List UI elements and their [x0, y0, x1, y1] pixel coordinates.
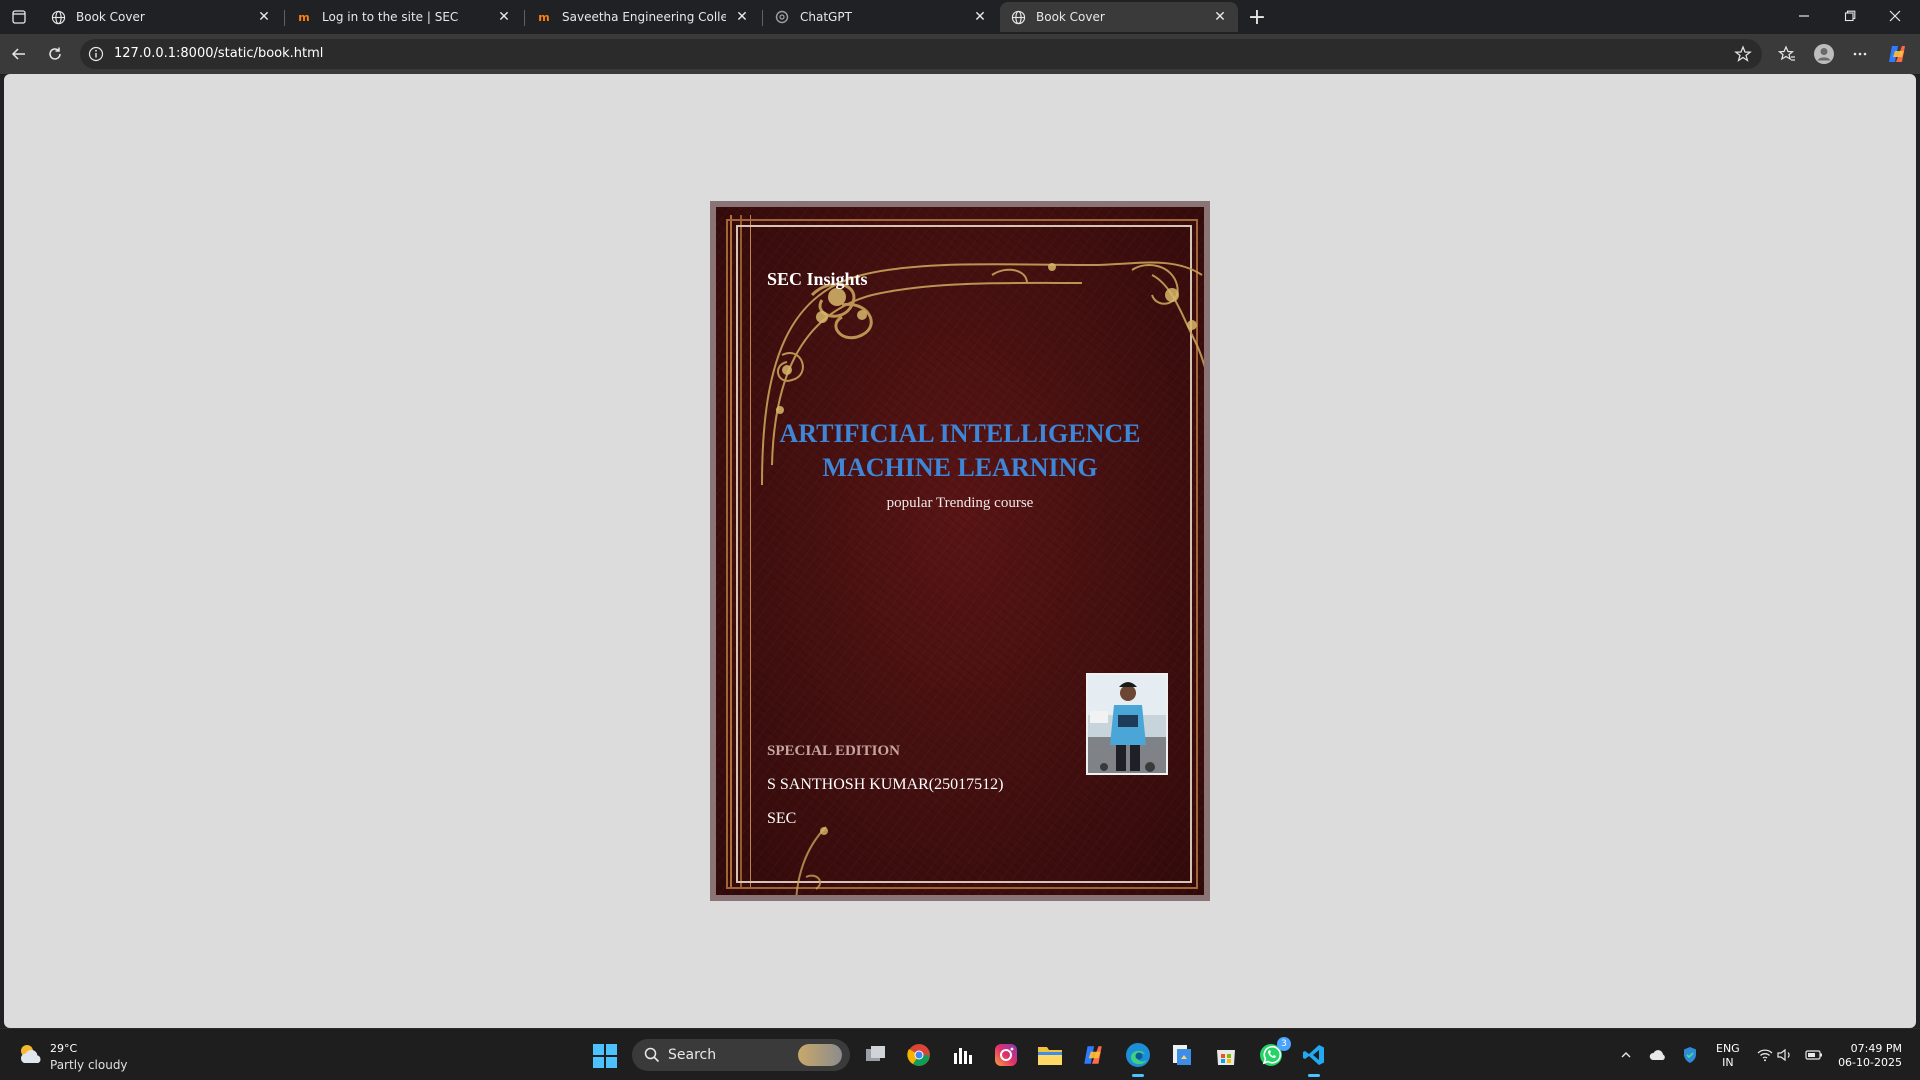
book-title: ARTIFICIAL INTELLIGENCE MACHINE LEARNING: [716, 417, 1204, 485]
tab-chatgpt[interactable]: ChatGPT ✕: [764, 2, 998, 32]
windows-start-icon[interactable]: [592, 1043, 618, 1069]
tab-title: Book Cover: [76, 10, 145, 24]
taskbar: 29°C Partly cloudy Search 3 ENG IN 07:49…: [0, 1028, 1920, 1080]
favorites-icon[interactable]: [1776, 43, 1798, 65]
clock-date: 06-10-2025: [1838, 1056, 1902, 1069]
onedrive-icon[interactable]: [1648, 1045, 1668, 1065]
audio-app-icon[interactable]: [949, 1041, 977, 1069]
new-tab-button[interactable]: +: [1245, 5, 1269, 30]
book-cover-leather: SEC Insights ARTIFICIAL INTELLIGENCE MAC…: [716, 207, 1204, 895]
tab-book-cover-1[interactable]: Book Cover ✕: [40, 2, 282, 32]
info-icon[interactable]: [88, 46, 104, 62]
tab-separator: [284, 10, 285, 26]
chrome-icon[interactable]: [905, 1041, 933, 1069]
chevron-up-icon[interactable]: [1616, 1045, 1636, 1065]
more-options-icon[interactable]: [1849, 43, 1871, 65]
close-icon[interactable]: ✕: [496, 9, 512, 25]
clock-time: 07:49 PM: [1850, 1042, 1902, 1055]
chatgpt-icon: [774, 9, 790, 25]
url-text: 127.0.0.1:8000/static/book.html: [114, 46, 324, 61]
close-icon[interactable]: ✕: [1212, 9, 1228, 25]
globe-icon: [50, 9, 66, 25]
tab-separator: [524, 10, 525, 26]
minimize-icon[interactable]: [1789, 4, 1819, 28]
instagram-icon[interactable]: [992, 1041, 1020, 1069]
region-code: IN: [1722, 1056, 1734, 1069]
task-view-icon[interactable]: [862, 1041, 890, 1069]
tab-actions-icon[interactable]: [8, 6, 30, 28]
microsoft-store-icon[interactable]: [1212, 1041, 1240, 1069]
edge-icon[interactable]: [1124, 1041, 1152, 1077]
book-cover: SEC Insights ARTIFICIAL INTELLIGENCE MAC…: [710, 201, 1210, 901]
tab-title: ChatGPT: [800, 10, 852, 24]
copilot-app-icon[interactable]: [1079, 1041, 1107, 1069]
weather-description[interactable]: Partly cloudy: [50, 1058, 128, 1072]
close-icon[interactable]: ✕: [256, 9, 272, 25]
security-shield-icon[interactable]: [1680, 1045, 1700, 1065]
whatsapp-icon[interactable]: 3: [1257, 1037, 1291, 1069]
taskbar-search[interactable]: Search: [632, 1039, 850, 1071]
search-label: Search: [668, 1047, 717, 1063]
tab-title: Book Cover: [1036, 10, 1105, 24]
close-icon[interactable]: ✕: [972, 9, 988, 25]
book-title-line-1: ARTIFICIAL INTELLIGENCE: [779, 419, 1141, 448]
address-bar: 127.0.0.1:8000/static/book.html: [0, 34, 1920, 74]
globe-icon: [1010, 9, 1026, 25]
book-subtitle: popular Trending course: [886, 495, 1034, 511]
clock[interactable]: 07:49 PM 06-10-2025: [1830, 1042, 1902, 1070]
wifi-icon[interactable]: [1755, 1045, 1775, 1065]
files-app-icon[interactable]: [1168, 1041, 1196, 1069]
edition-label: SPECIAL EDITION: [767, 743, 900, 759]
profile-icon[interactable]: [1813, 43, 1835, 65]
weather-temperature[interactable]: 29°C: [50, 1042, 77, 1055]
author-name: S SANTHOSH KUMAR(25017512): [767, 776, 1004, 793]
book-title-line-2: MACHINE LEARNING: [822, 453, 1098, 482]
tab-log-in[interactable]: m Log in to the site | SEC ✕: [286, 2, 522, 32]
file-explorer-icon[interactable]: [1036, 1041, 1064, 1069]
tab-title: Saveetha Engineering College: Lo: [562, 10, 726, 24]
back-arrow-icon[interactable]: [8, 43, 30, 65]
notification-badge: 3: [1277, 1037, 1291, 1051]
tab-separator: [762, 10, 763, 26]
author-photo: [1086, 673, 1168, 775]
gold-ornament-bottom: [795, 826, 828, 895]
language-code: ENG: [1716, 1042, 1740, 1055]
tab-bar: Book Cover ✕ m Log in to the site | SEC …: [0, 0, 1920, 34]
organization-name: SEC: [767, 810, 797, 827]
refresh-icon[interactable]: [44, 43, 66, 65]
page-viewport: SEC Insights ARTIFICIAL INTELLIGENCE MAC…: [4, 74, 1916, 1028]
tab-book-cover-active[interactable]: Book Cover ✕: [1000, 2, 1238, 32]
url-field[interactable]: 127.0.0.1:8000/static/book.html: [80, 39, 1762, 69]
language-indicator[interactable]: ENG IN: [1716, 1042, 1740, 1070]
close-icon[interactable]: ✕: [734, 9, 750, 25]
moodle-icon: m: [538, 10, 550, 24]
tab-title: Log in to the site | SEC: [322, 10, 459, 24]
volume-icon[interactable]: [1775, 1045, 1795, 1065]
tab-saveetha[interactable]: m Saveetha Engineering College: Lo ✕: [526, 2, 760, 32]
star-icon[interactable]: [1734, 45, 1752, 63]
search-highlight-image: [798, 1044, 842, 1066]
close-window-icon[interactable]: [1880, 4, 1910, 28]
brand-name: SEC Insights: [767, 269, 868, 289]
weather-partly-cloudy-icon[interactable]: [16, 1041, 44, 1067]
battery-icon[interactable]: [1804, 1045, 1824, 1065]
copilot-icon[interactable]: [1886, 43, 1908, 65]
vscode-icon[interactable]: [1300, 1041, 1328, 1077]
moodle-icon: m: [298, 10, 310, 24]
restore-icon[interactable]: [1835, 4, 1865, 28]
search-icon: [644, 1047, 660, 1063]
